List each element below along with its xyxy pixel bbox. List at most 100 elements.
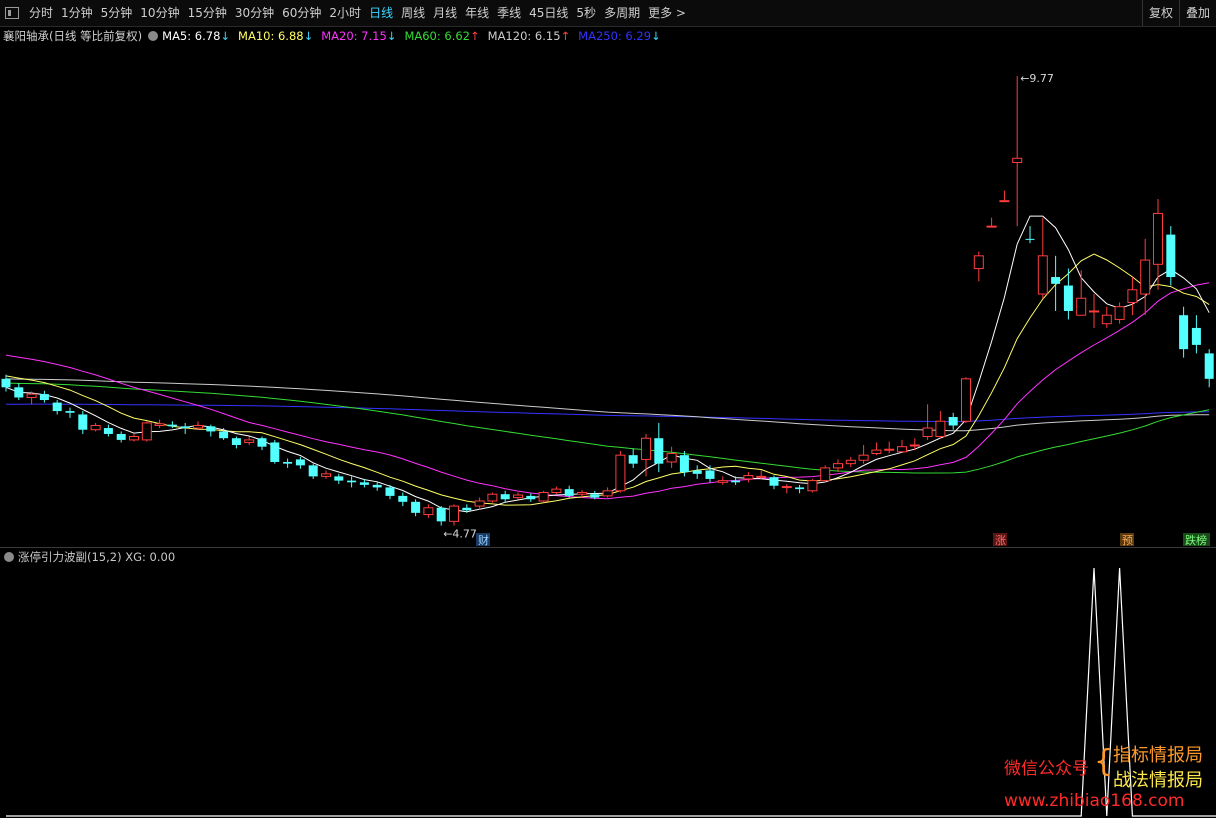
ma20-line	[5, 282, 1210, 500]
candle-body	[743, 475, 754, 480]
candle-body	[1076, 297, 1087, 316]
price-chart: ←9.77 ←4.77 财 涨 预 跌榜	[1, 72, 1216, 817]
candle-body	[103, 428, 113, 434]
indicator-toggle-icon[interactable]	[4, 552, 14, 562]
candle-body	[973, 255, 984, 270]
candle-body	[257, 438, 267, 447]
candle-body	[423, 507, 434, 516]
ma250-line	[6, 403, 1210, 423]
candle-body	[449, 505, 459, 522]
candle-body	[654, 438, 664, 464]
candle-body	[1063, 285, 1073, 311]
candle-body	[270, 442, 280, 462]
candle-body	[167, 424, 177, 427]
candle-body	[244, 439, 255, 443]
candle-body	[961, 378, 971, 422]
marker-cai: 财	[478, 533, 489, 547]
candle-body	[999, 200, 1010, 203]
candle-body	[180, 426, 190, 429]
candle-body	[897, 446, 907, 453]
marker-dieban: 跌榜	[1185, 533, 1207, 547]
candle-body	[1012, 157, 1023, 164]
candle-body	[1114, 306, 1125, 320]
candle-body	[141, 422, 152, 441]
low-price-label: ←4.77	[443, 528, 477, 541]
candle-body	[283, 461, 293, 464]
candle-body	[1037, 255, 1048, 295]
candle-body	[820, 467, 831, 482]
candle-body	[129, 436, 139, 441]
watermark-wechat: 微信公众号	[1004, 759, 1089, 779]
candle-body	[487, 493, 498, 502]
candle-body	[436, 507, 446, 522]
indicator-legend: 涨停引力波副(15,2) XG: 0.00	[0, 549, 175, 565]
candle-body	[1051, 277, 1061, 284]
marker-zhang: 涨	[995, 534, 1006, 547]
candle-body	[385, 487, 395, 496]
high-price-label: ←9.77	[1020, 72, 1054, 85]
candle-body	[1166, 234, 1176, 278]
candle-body	[1089, 310, 1099, 313]
ma5-line	[5, 215, 1210, 513]
candle-body	[845, 459, 856, 465]
candle-body	[922, 427, 933, 438]
candle-body	[909, 444, 920, 447]
candle-body	[884, 448, 895, 451]
candle-body	[986, 225, 997, 228]
candle-body	[538, 491, 549, 502]
candle-body	[334, 476, 344, 481]
candle-body	[769, 477, 779, 486]
candle-body	[474, 500, 485, 507]
candle-body	[807, 480, 818, 492]
candle-body	[1179, 315, 1189, 350]
candle-body	[26, 393, 37, 398]
candle-body	[1153, 212, 1163, 265]
candle-body	[321, 473, 331, 477]
candle-body	[1140, 259, 1151, 295]
candle-body	[1, 378, 11, 388]
candle-body	[90, 424, 101, 431]
candle-body	[858, 454, 869, 461]
candle-body	[193, 424, 203, 429]
candle-body	[308, 465, 318, 477]
candle-body	[78, 414, 88, 430]
candle-body	[411, 501, 421, 513]
candle-body	[1025, 238, 1035, 240]
candle-body	[935, 420, 946, 438]
candle-body	[795, 487, 805, 490]
candle-body	[359, 482, 369, 485]
ma10-line	[5, 253, 1210, 506]
candle-body	[231, 438, 241, 445]
brace-icon: {	[1094, 744, 1114, 779]
candle-body	[628, 455, 638, 464]
candle-body	[590, 494, 600, 498]
candle-body	[295, 459, 305, 466]
candle-body	[564, 489, 574, 496]
watermark-site: www.zhibiao168.com	[1004, 791, 1185, 811]
candle-body	[833, 463, 843, 469]
candle-body	[219, 431, 229, 439]
candle-body	[602, 490, 613, 497]
candle-body	[513, 494, 523, 499]
marker-yu: 预	[1122, 534, 1133, 547]
candle-body	[679, 455, 689, 473]
candle-body	[781, 486, 792, 489]
candle-body	[398, 495, 408, 502]
candle-body	[1191, 327, 1201, 345]
candle-body	[756, 475, 767, 478]
candle-body	[65, 411, 75, 413]
candle-body	[692, 470, 702, 474]
candle-body	[462, 507, 472, 511]
candle-body	[14, 387, 24, 398]
candle-body	[666, 452, 677, 463]
candle-body	[1204, 353, 1214, 379]
candle-body	[871, 449, 882, 454]
candle-body	[577, 491, 587, 495]
candle-body	[526, 495, 536, 500]
candle-body	[705, 470, 715, 479]
candle-body	[1127, 289, 1138, 303]
candle-body	[116, 433, 126, 440]
candle-body	[641, 437, 651, 460]
candle-body	[347, 480, 357, 483]
indicator-label: 涨停引力波副(15,2) XG: 0.00	[18, 550, 176, 564]
